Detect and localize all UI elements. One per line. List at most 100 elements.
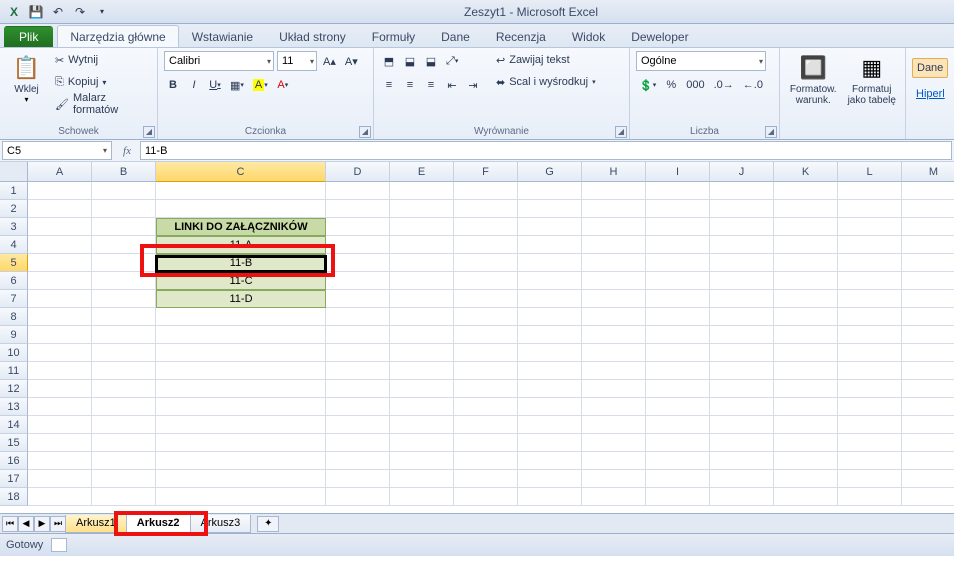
cell-B9[interactable] [92, 326, 156, 344]
cell-D16[interactable] [326, 452, 390, 470]
cell-G7[interactable] [518, 290, 582, 308]
cell-M18[interactable] [902, 488, 954, 506]
row-header-15[interactable]: 15 [0, 434, 28, 452]
cell-M10[interactable] [902, 344, 954, 362]
cell-C4[interactable]: 11-A [156, 236, 326, 254]
cell-G18[interactable] [518, 488, 582, 506]
cell-I1[interactable] [646, 182, 710, 200]
cell-L1[interactable] [838, 182, 902, 200]
cell-E11[interactable] [390, 362, 454, 380]
cell-D18[interactable] [326, 488, 390, 506]
cell-J5[interactable] [710, 254, 774, 272]
sheet-tab-1[interactable]: Arkusz1 [65, 515, 127, 533]
cell-J11[interactable] [710, 362, 774, 380]
cell-E1[interactable] [390, 182, 454, 200]
cell-A1[interactable] [28, 182, 92, 200]
cell-M5[interactable] [902, 254, 954, 272]
cell-B8[interactable] [92, 308, 156, 326]
wrap-text-button[interactable]: ↩Zawijaj tekst [492, 50, 600, 70]
cell-J9[interactable] [710, 326, 774, 344]
cell-G13[interactable] [518, 398, 582, 416]
cell-C7[interactable]: 11-D [156, 290, 326, 308]
cell-L17[interactable] [838, 470, 902, 488]
row-header-7[interactable]: 7 [0, 290, 28, 308]
number-dialog-launcher[interactable]: ◢ [765, 126, 777, 138]
align-top-button[interactable]: ⬒ [380, 51, 398, 71]
col-header-C[interactable]: C [156, 162, 326, 182]
cell-H10[interactable] [582, 344, 646, 362]
cell-D2[interactable] [326, 200, 390, 218]
cell-B7[interactable] [92, 290, 156, 308]
cell-K9[interactable] [774, 326, 838, 344]
col-header-H[interactable]: H [582, 162, 646, 182]
cell-B16[interactable] [92, 452, 156, 470]
cell-B3[interactable] [92, 218, 156, 236]
cell-E16[interactable] [390, 452, 454, 470]
cell-C15[interactable] [156, 434, 326, 452]
cell-C10[interactable] [156, 344, 326, 362]
cell-L12[interactable] [838, 380, 902, 398]
cell-D9[interactable] [326, 326, 390, 344]
cell-B5[interactable] [92, 254, 156, 272]
cell-L10[interactable] [838, 344, 902, 362]
col-header-I[interactable]: I [646, 162, 710, 182]
cell-J1[interactable] [710, 182, 774, 200]
cell-A10[interactable] [28, 344, 92, 362]
cell-M4[interactable] [902, 236, 954, 254]
grow-font-button[interactable]: A▴ [320, 51, 339, 71]
sheet-first-button[interactable]: ⏮ [2, 516, 18, 532]
cell-B18[interactable] [92, 488, 156, 506]
cell-G12[interactable] [518, 380, 582, 398]
cell-H6[interactable] [582, 272, 646, 290]
cell-I15[interactable] [646, 434, 710, 452]
cell-H5[interactable] [582, 254, 646, 272]
cell-I9[interactable] [646, 326, 710, 344]
cell-G11[interactable] [518, 362, 582, 380]
qat-dropdown[interactable]: ▾ [92, 2, 112, 22]
cell-E6[interactable] [390, 272, 454, 290]
cell-L7[interactable] [838, 290, 902, 308]
hyperlink-button[interactable]: Hiperl [912, 84, 949, 104]
cell-C12[interactable] [156, 380, 326, 398]
cell-B11[interactable] [92, 362, 156, 380]
cell-E12[interactable] [390, 380, 454, 398]
cell-F6[interactable] [454, 272, 518, 290]
cell-M15[interactable] [902, 434, 954, 452]
cell-L2[interactable] [838, 200, 902, 218]
cell-L4[interactable] [838, 236, 902, 254]
cell-A5[interactable] [28, 254, 92, 272]
cell-L11[interactable] [838, 362, 902, 380]
cell-C8[interactable] [156, 308, 326, 326]
cell-A16[interactable] [28, 452, 92, 470]
cell-H4[interactable] [582, 236, 646, 254]
col-header-A[interactable]: A [28, 162, 92, 182]
tab-review[interactable]: Recenzja [483, 25, 559, 47]
sheet-tab-3[interactable]: Arkusz3 [190, 515, 252, 533]
fill-color-button[interactable]: A▾ [250, 75, 271, 95]
bold-button[interactable]: B [164, 75, 182, 95]
format-table-button[interactable]: ▦ Formatuj jako tabelę [845, 50, 900, 106]
cell-B15[interactable] [92, 434, 156, 452]
cell-K3[interactable] [774, 218, 838, 236]
col-header-J[interactable]: J [710, 162, 774, 182]
orientation-button[interactable]: ⤢▾ [443, 51, 461, 71]
align-right-button[interactable]: ≡ [422, 75, 440, 95]
cell-L9[interactable] [838, 326, 902, 344]
cell-I6[interactable] [646, 272, 710, 290]
cell-A3[interactable] [28, 218, 92, 236]
percent-button[interactable]: % [662, 75, 680, 95]
cell-M12[interactable] [902, 380, 954, 398]
cell-C17[interactable] [156, 470, 326, 488]
cell-I8[interactable] [646, 308, 710, 326]
cell-F13[interactable] [454, 398, 518, 416]
cell-M3[interactable] [902, 218, 954, 236]
cell-J6[interactable] [710, 272, 774, 290]
cell-I16[interactable] [646, 452, 710, 470]
cell-J14[interactable] [710, 416, 774, 434]
cell-C13[interactable] [156, 398, 326, 416]
col-header-E[interactable]: E [390, 162, 454, 182]
cell-A18[interactable] [28, 488, 92, 506]
row-header-3[interactable]: 3 [0, 218, 28, 236]
cell-G10[interactable] [518, 344, 582, 362]
cell-G3[interactable] [518, 218, 582, 236]
